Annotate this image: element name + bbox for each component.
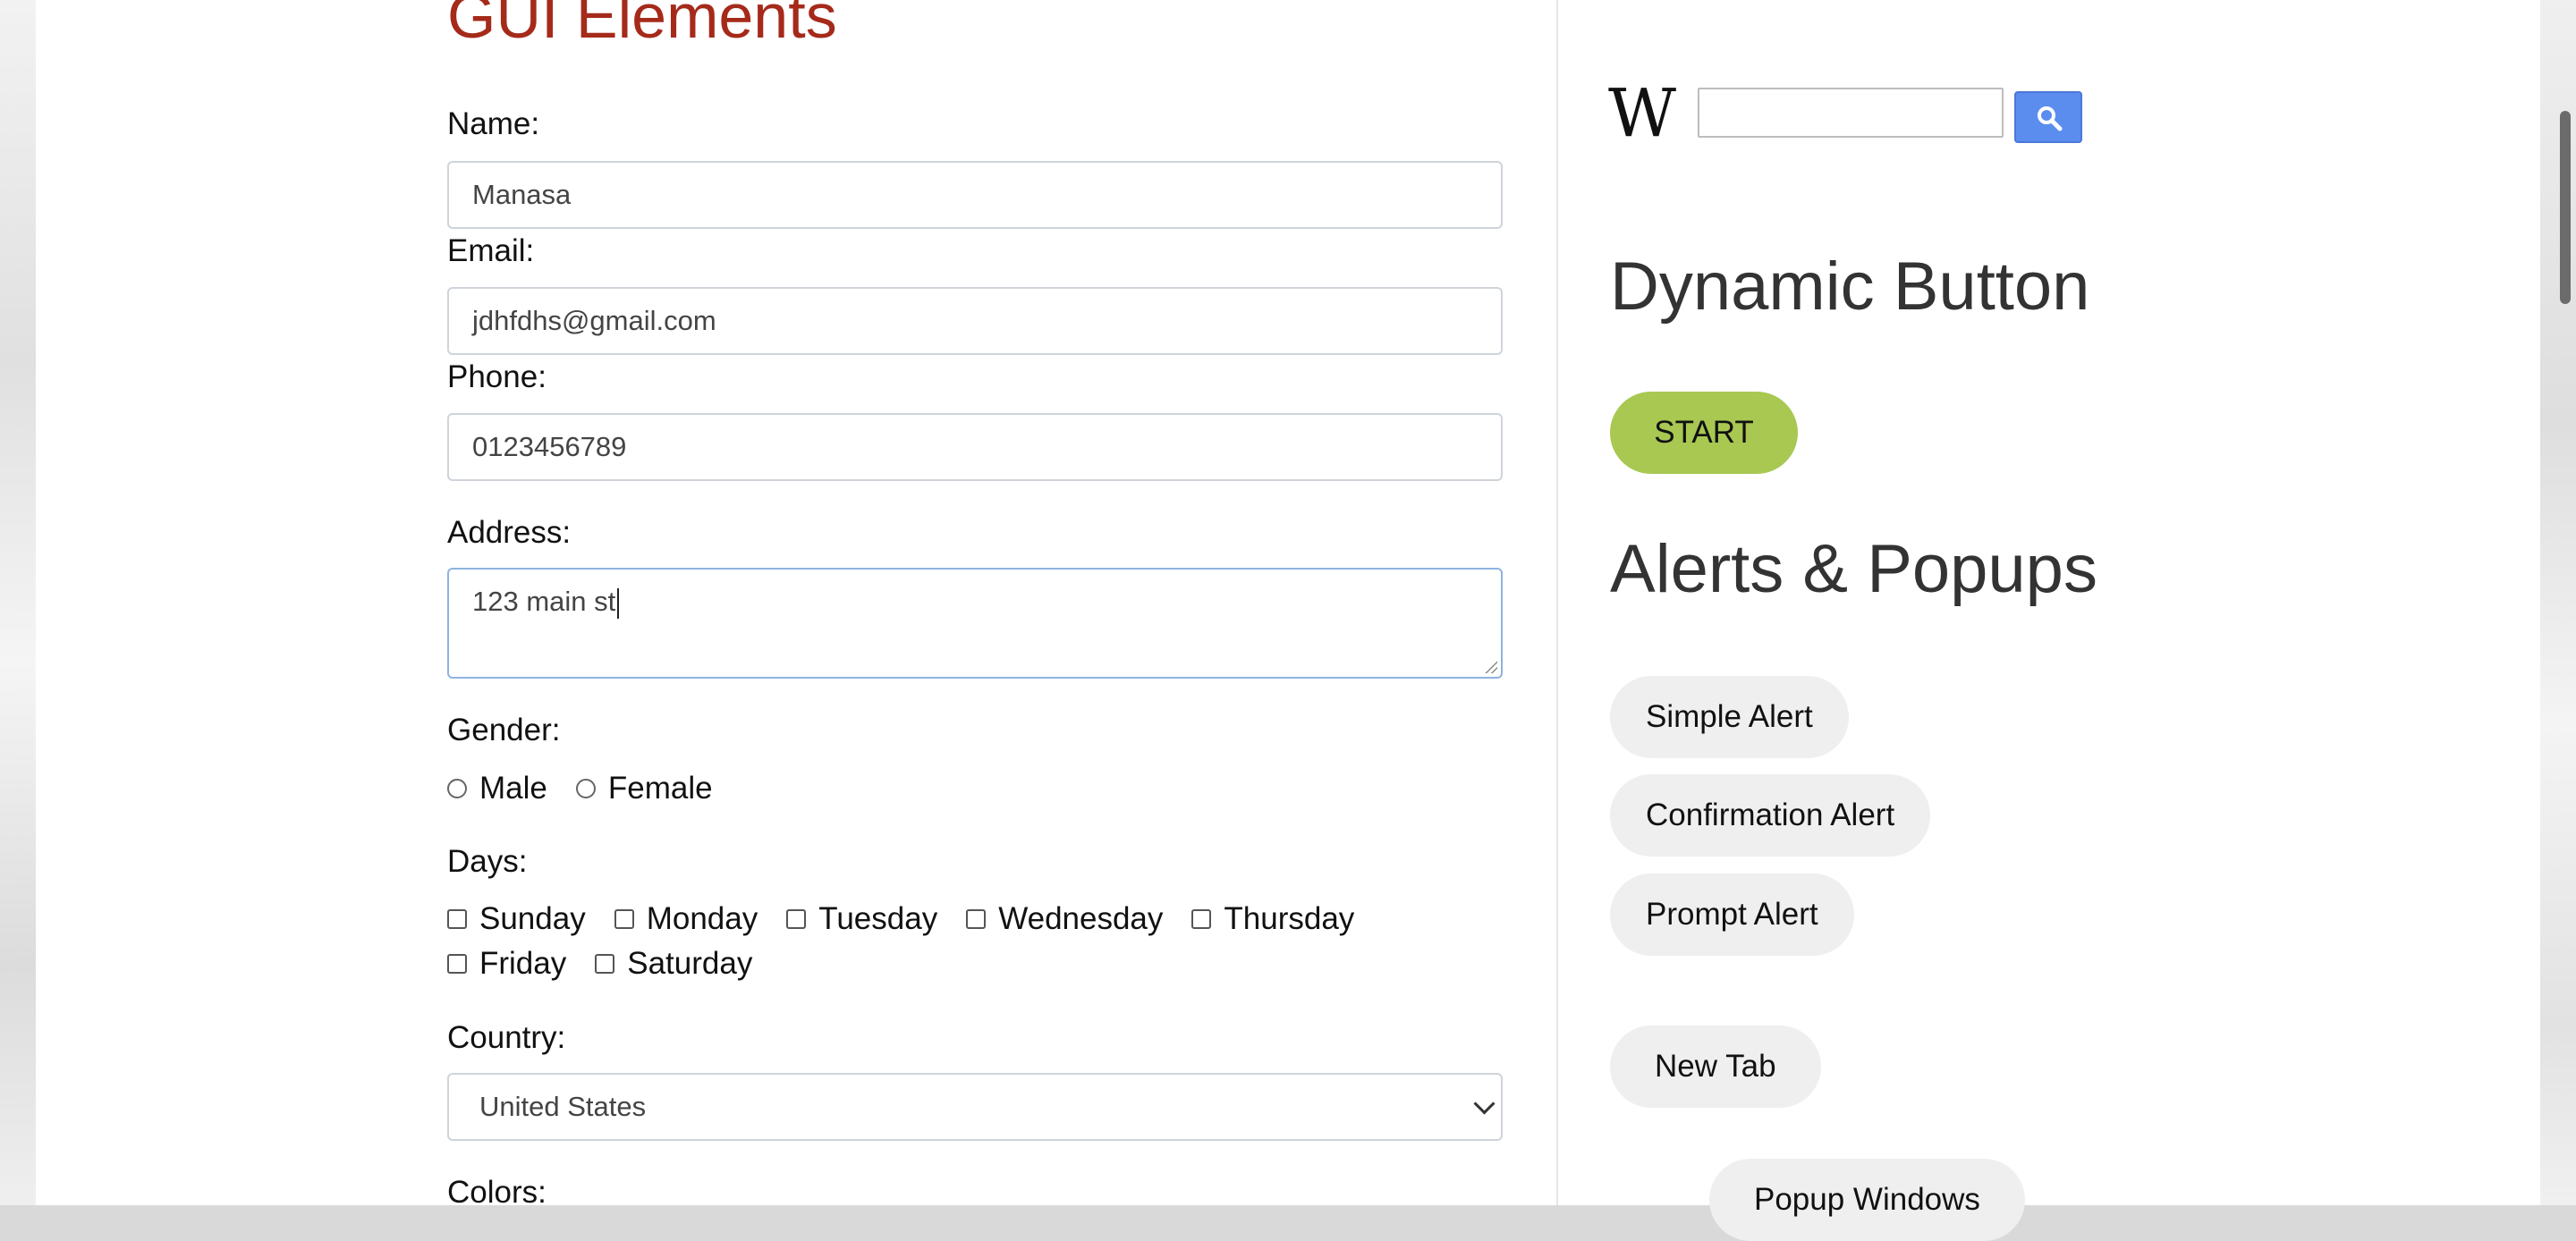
wikipedia-search-input[interactable] xyxy=(1698,88,2004,138)
wednesday-checkbox[interactable] xyxy=(966,909,987,929)
gender-options: Male Female xyxy=(447,771,741,806)
friday-label: Friday xyxy=(479,946,567,981)
day-option-saturday[interactable]: Saturday xyxy=(595,946,752,982)
days-row-2: Friday Saturday xyxy=(447,946,781,982)
wikipedia-logo: W xyxy=(1608,75,1677,152)
colors-label: Colors: xyxy=(447,1175,547,1210)
sunday-checkbox[interactable] xyxy=(447,909,467,929)
page-title: GUI Elements xyxy=(447,0,837,51)
alerts-heading: Alerts & Popups xyxy=(1610,531,2097,607)
wikipedia-search-button[interactable] xyxy=(2014,91,2082,143)
country-select[interactable]: United States xyxy=(447,1073,1503,1141)
background-left xyxy=(0,0,36,1205)
day-option-sunday[interactable]: Sunday xyxy=(447,901,586,937)
phone-label: Phone: xyxy=(447,359,547,394)
days-row-1: Sunday Monday Tuesday Wednesday Thursday xyxy=(447,901,1383,937)
simple-alert-button[interactable]: Simple Alert xyxy=(1610,676,1849,758)
country-label: Country: xyxy=(447,1020,566,1055)
saturday-label: Saturday xyxy=(627,946,753,981)
text-caret xyxy=(617,587,620,619)
monday-checkbox[interactable] xyxy=(614,909,634,929)
email-label: Email: xyxy=(447,233,535,268)
address-value: 123 main st xyxy=(472,586,616,617)
confirmation-alert-button[interactable]: Confirmation Alert xyxy=(1610,774,1931,857)
saturday-checkbox[interactable] xyxy=(595,954,615,974)
address-label: Address: xyxy=(447,515,572,550)
dynamic-button-heading: Dynamic Button xyxy=(1610,249,2090,325)
scrollbar-thumb[interactable] xyxy=(2560,111,2571,304)
day-option-friday[interactable]: Friday xyxy=(447,946,566,982)
tuesday-checkbox[interactable] xyxy=(786,909,807,929)
female-label: Female xyxy=(607,771,713,806)
male-label: Male xyxy=(479,771,547,806)
address-textarea[interactable]: 123 main st xyxy=(447,568,1503,679)
name-input[interactable]: Manasa xyxy=(447,161,1503,229)
column-divider xyxy=(1556,0,1558,1205)
start-button[interactable]: START xyxy=(1610,392,1798,474)
day-option-thursday[interactable]: Thursday xyxy=(1191,901,1354,937)
day-option-monday[interactable]: Monday xyxy=(614,901,758,937)
name-label: Name: xyxy=(447,106,540,141)
phone-input[interactable]: 0123456789 xyxy=(447,413,1503,481)
tuesday-label: Tuesday xyxy=(818,901,938,936)
days-label: Days: xyxy=(447,844,528,879)
email-input[interactable]: jdhfdhs@gmail.com xyxy=(447,287,1503,355)
resize-handle[interactable] xyxy=(1485,661,1497,673)
monday-label: Monday xyxy=(646,901,758,936)
wednesday-label: Wednesday xyxy=(998,901,1164,936)
sunday-label: Sunday xyxy=(479,901,586,936)
prompt-alert-button[interactable]: Prompt Alert xyxy=(1610,874,1854,956)
thursday-label: Thursday xyxy=(1224,901,1355,936)
country-selected-value: United States xyxy=(479,1091,647,1122)
popup-windows-button[interactable]: Popup Windows xyxy=(1709,1159,2025,1241)
search-icon xyxy=(2038,106,2063,131)
male-radio[interactable] xyxy=(447,779,467,798)
new-tab-button[interactable]: New Tab xyxy=(1610,1026,1821,1108)
day-option-tuesday[interactable]: Tuesday xyxy=(786,901,937,937)
day-option-wednesday[interactable]: Wednesday xyxy=(966,901,1163,937)
friday-checkbox[interactable] xyxy=(447,954,467,974)
gender-option-male[interactable]: Male xyxy=(447,771,547,806)
gender-label: Gender: xyxy=(447,713,561,747)
female-radio[interactable] xyxy=(575,779,596,798)
chevron-down-icon xyxy=(1473,1093,1496,1115)
thursday-checkbox[interactable] xyxy=(1191,909,1212,929)
gender-option-female[interactable]: Female xyxy=(575,771,713,806)
